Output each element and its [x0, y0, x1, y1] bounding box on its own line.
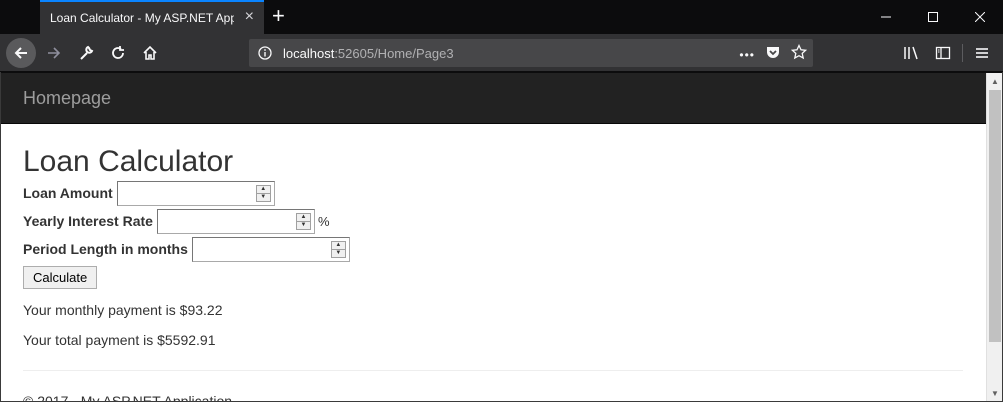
period-length-input[interactable]: ▲ ▼ — [191, 236, 350, 262]
scroll-down-icon[interactable]: ▼ — [987, 385, 1003, 401]
page-actions-button[interactable]: ••• — [739, 48, 755, 62]
loan-amount-spinner[interactable]: ▲ ▼ — [255, 184, 271, 202]
address-bar[interactable]: localhost:52605/Home/Page3 ••• — [249, 39, 813, 67]
window-frame — [0, 72, 1, 402]
back-button[interactable] — [6, 38, 36, 68]
scrollbar-thumb[interactable] — [989, 90, 1001, 342]
reload-button[interactable] — [104, 39, 132, 67]
toolbar-separator — [962, 44, 963, 62]
maximize-icon — [928, 12, 938, 22]
browser-tab[interactable]: Loan Calculator - My ASP.NET Application… — [40, 0, 264, 34]
period-length-spinner[interactable]: ▲ ▼ — [330, 240, 346, 258]
loan-amount-row: Loan Amount ▲ ▼ — [23, 179, 964, 207]
minimize-button[interactable] — [863, 0, 909, 34]
spin-down-icon[interactable]: ▼ — [331, 248, 345, 257]
interest-rate-spinner[interactable]: ▲ ▼ — [295, 212, 311, 230]
title-bar: Loan Calculator - My ASP.NET Application… — [0, 0, 1003, 34]
percent-suffix: % — [317, 213, 330, 229]
forward-arrow-icon — [48, 47, 61, 59]
interest-rate-label: Yearly Interest Rate — [23, 213, 153, 229]
footer-divider — [23, 370, 963, 371]
loan-amount-input[interactable]: ▲ ▼ — [116, 180, 275, 206]
home-button[interactable] — [136, 39, 164, 67]
reload-icon — [112, 46, 124, 59]
sidebar-icon[interactable] — [929, 39, 957, 67]
page-title: Loan Calculator — [23, 145, 234, 178]
loan-amount-label: Loan Amount — [23, 185, 113, 201]
back-arrow-icon — [14, 47, 27, 59]
library-icon[interactable] — [898, 39, 926, 67]
spin-up-icon[interactable]: ▲ — [332, 242, 345, 249]
spin-up-icon[interactable]: ▲ — [257, 186, 270, 193]
calculate-button[interactable]: Calculate — [23, 266, 98, 289]
window-close-icon — [975, 12, 985, 22]
spin-down-icon[interactable]: ▼ — [296, 220, 310, 229]
navbar-brand-link[interactable]: Homepage — [23, 88, 111, 109]
forward-button[interactable] — [40, 39, 68, 67]
url-text[interactable]: localhost:52605/Home/Page3 — [283, 46, 454, 61]
period-length-row: Period Length in months ▲ ▼ — [23, 235, 964, 263]
main-content: Loan Calculator Loan Amount ▲ ▼ Yearly I… — [1, 145, 986, 401]
url-path: :52605/Home/Page3 — [334, 45, 454, 61]
info-icon[interactable] — [257, 45, 273, 61]
maximize-button[interactable] — [910, 0, 956, 34]
footer-text: © 2017 - My ASP.NET Application — [23, 393, 233, 401]
pocket-icon[interactable] — [765, 44, 781, 65]
wrench-icon — [80, 45, 94, 60]
minimize-icon — [881, 16, 891, 18]
spin-up-icon[interactable]: ▲ — [297, 214, 310, 221]
plus-icon[interactable]: + — [272, 5, 285, 27]
vertical-scrollbar[interactable]: ▲ ▼ — [986, 73, 1002, 401]
url-actions: ••• — [739, 43, 808, 65]
url-host: localhost — [283, 45, 335, 61]
home-icon — [143, 45, 157, 60]
hamburger-menu-icon[interactable] — [968, 39, 996, 67]
tools-button[interactable] — [72, 39, 100, 67]
close-icon[interactable]: × — [245, 9, 254, 25]
page-viewport: Homepage Loan Calculator Loan Amount ▲ ▼… — [1, 73, 986, 401]
interest-rate-row: Yearly Interest Rate ▲ ▼ % — [23, 207, 964, 235]
window-close-button[interactable] — [957, 0, 1003, 34]
total-payment-result: Your total payment is $5592.91 — [23, 332, 216, 348]
nav-toolbar: localhost:52605/Home/Page3 ••• — [0, 34, 1003, 72]
site-navbar: Homepage — [1, 73, 986, 124]
scroll-up-icon[interactable]: ▲ — [987, 73, 1003, 89]
period-length-label: Period Length in months — [23, 241, 188, 257]
tab-title: Loan Calculator - My ASP.NET Application — [50, 11, 234, 25]
star-icon[interactable] — [790, 43, 808, 65]
monthly-payment-result: Your monthly payment is $93.22 — [23, 302, 223, 318]
spin-down-icon[interactable]: ▼ — [256, 192, 270, 201]
interest-rate-input[interactable]: ▲ ▼ — [156, 208, 315, 234]
